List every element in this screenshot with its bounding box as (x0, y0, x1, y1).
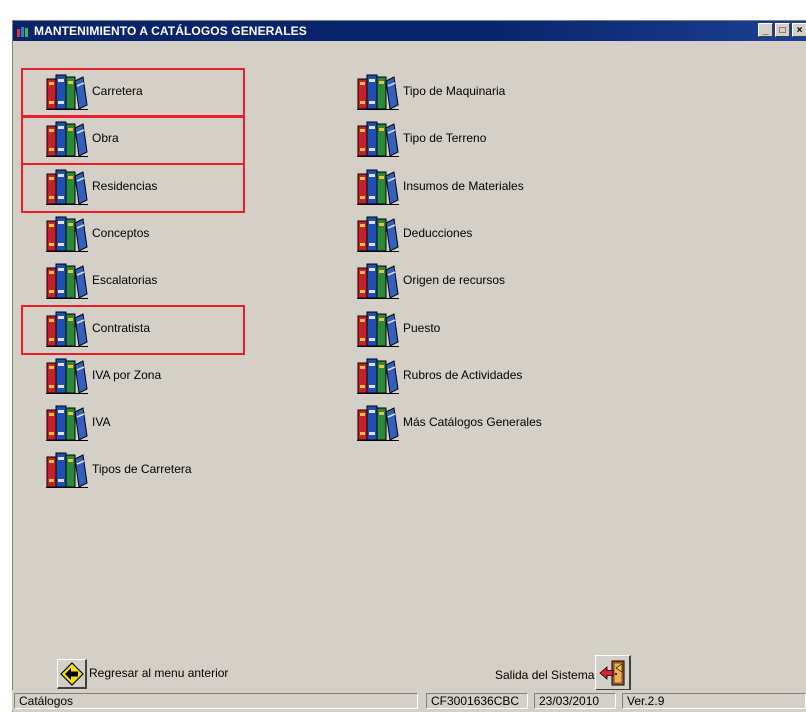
books-icon (356, 213, 400, 253)
catalog-item-label: Tipos de Carretera (92, 462, 192, 476)
minimize-button[interactable]: _ (758, 23, 773, 37)
exit-label: Salida del Sistema (495, 668, 595, 682)
exit-door-icon (598, 660, 624, 685)
back-label: Regresar al menu anterior (89, 666, 229, 680)
catalog-item-rubros-de-actividades[interactable]: Rubros de Actividades (356, 355, 522, 395)
catalog-item-label: Conceptos (92, 226, 150, 240)
books-icon (45, 260, 89, 300)
books-icon (356, 402, 400, 442)
catalog-item-label: Puesto (403, 321, 441, 335)
catalog-window: MANTENIMIENTO A CATÁLOGOS GENERALES _ □ … (12, 20, 806, 712)
maximize-button[interactable]: □ (775, 23, 790, 37)
catalog-item-escalatorias[interactable]: Escalatorias (45, 260, 157, 300)
catalog-item-conceptos[interactable]: Conceptos (45, 213, 149, 253)
status-bar: Catálogos CF3001636CBC 23/03/2010 Ver.2.… (12, 690, 806, 711)
catalog-item-origen-de-recursos[interactable]: Origen de recursos (356, 260, 505, 300)
catalog-item-label: Origen de recursos (403, 273, 506, 287)
catalog-item-label: IVA (92, 415, 111, 429)
catalog-item-label: Contratista (92, 321, 151, 335)
books-icon (356, 71, 400, 111)
catalog-item-tipos-de-carretera[interactable]: Tipos de Carretera (45, 449, 192, 489)
app-books-icon (17, 25, 31, 37)
catalog-item-label: Obra (92, 131, 119, 145)
books-icon (45, 118, 89, 158)
status-version: Ver.2.9 (622, 693, 806, 709)
catalog-item-iva[interactable]: IVA (45, 402, 110, 442)
books-icon (45, 308, 89, 348)
catalog-item-carretera[interactable]: Carretera (45, 71, 143, 111)
catalog-item-label: Escalatorias (92, 273, 158, 287)
back-button[interactable] (57, 659, 87, 689)
close-button[interactable]: × (792, 23, 806, 37)
books-icon (356, 355, 400, 395)
catalog-item-residencias[interactable]: Residencias (45, 166, 157, 206)
books-icon (45, 166, 89, 206)
catalog-panel: Regresar al menu anterior Salida del Sis… (13, 41, 806, 691)
title-bar[interactable]: MANTENIMIENTO A CATÁLOGOS GENERALES _ □ … (13, 21, 806, 41)
books-icon (356, 308, 400, 348)
exit-button[interactable] (595, 655, 631, 691)
back-arrow-icon (59, 661, 84, 686)
catalog-item-label: Más Catálogos Generales (403, 415, 542, 429)
catalog-item-label: Tipo de Maquinaria (403, 84, 506, 98)
catalog-item-más-catálogos-generales[interactable]: Más Catálogos Generales (356, 402, 542, 442)
window-title: MANTENIMIENTO A CATÁLOGOS GENERALES (34, 24, 307, 38)
books-icon (356, 118, 400, 158)
books-icon (45, 213, 89, 253)
catalog-item-contratista[interactable]: Contratista (45, 308, 150, 348)
catalog-item-tipo-de-maquinaria[interactable]: Tipo de Maquinaria (356, 71, 505, 111)
catalog-item-puesto[interactable]: Puesto (356, 308, 440, 348)
books-icon (356, 166, 400, 206)
books-icon (356, 260, 400, 300)
status-user: CF3001636CBC (426, 693, 528, 709)
status-date: 23/03/2010 (534, 693, 616, 709)
catalog-item-label: Deducciones (403, 226, 473, 240)
catalog-item-iva-por-zona[interactable]: IVA por Zona (45, 355, 161, 395)
catalog-item-deducciones[interactable]: Deducciones (356, 213, 472, 253)
books-icon (45, 355, 89, 395)
catalog-item-label: Insumos de Materiales (403, 179, 524, 193)
books-icon (45, 402, 89, 442)
catalog-item-insumos-de-materiales[interactable]: Insumos de Materiales (356, 166, 524, 206)
catalog-item-label: IVA por Zona (92, 368, 162, 382)
catalog-item-obra[interactable]: Obra (45, 118, 119, 158)
catalog-item-tipo-de-terreno[interactable]: Tipo de Terreno (356, 118, 486, 158)
status-section: Catálogos (14, 693, 418, 709)
catalog-item-label: Residencias (92, 179, 158, 193)
books-icon (45, 449, 89, 489)
books-icon (45, 71, 89, 111)
catalog-item-label: Rubros de Actividades (403, 368, 523, 382)
catalog-item-label: Carretera (92, 84, 143, 98)
catalog-item-label: Tipo de Terreno (403, 131, 487, 145)
